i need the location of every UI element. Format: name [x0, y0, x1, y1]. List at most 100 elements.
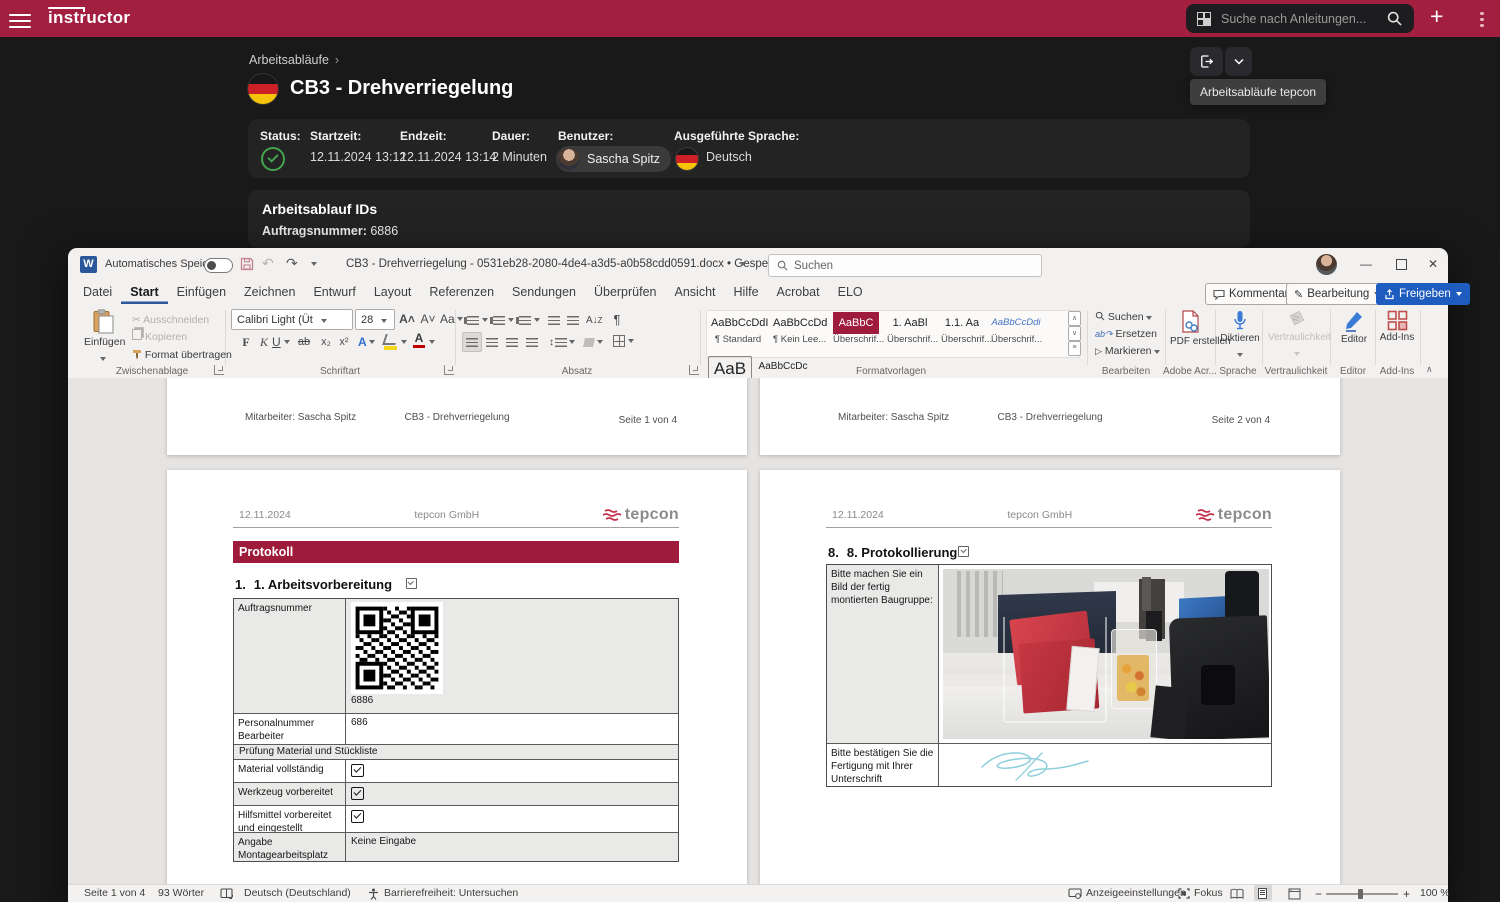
editor-button[interactable]: Editor — [1336, 310, 1372, 345]
tab-einfuegen[interactable]: Einfügen — [168, 281, 235, 304]
style-ueberschrift-1[interactable]: AaBbCÜberschrif... — [830, 312, 882, 354]
print-layout-icon[interactable] — [1254, 885, 1272, 901]
collapse-ribbon-icon[interactable]: ∧ — [1426, 364, 1433, 375]
paste-button[interactable]: Einfügen — [84, 309, 122, 366]
hamburger-icon[interactable] — [9, 10, 31, 26]
bullet-list-button[interactable] — [463, 311, 488, 329]
add-icon[interactable]: + — [1430, 3, 1443, 30]
italic-button[interactable]: K — [256, 333, 272, 351]
qr-scan-icon[interactable] — [1197, 12, 1211, 26]
breadcrumb-label[interactable]: Arbeitsabläufe — [249, 53, 329, 67]
addins-button[interactable]: Add-Ins — [1379, 310, 1415, 343]
redo-icon[interactable]: ↷ — [286, 255, 298, 272]
sort-button[interactable]: A↓Z — [586, 311, 603, 329]
breadcrumb[interactable]: Arbeitsabläufe› — [249, 53, 339, 67]
word-search-input[interactable]: Suchen — [768, 254, 1042, 277]
highlight-button[interactable] — [384, 334, 397, 350]
editing-mode-button[interactable]: ✎ Bearbeitung — [1286, 283, 1388, 305]
account-avatar[interactable] — [1316, 254, 1337, 275]
create-pdf-button[interactable]: PDF erstellen — [1170, 310, 1212, 347]
kebab-menu-icon[interactable] — [1480, 9, 1484, 30]
zoom-level[interactable]: 100 % — [1420, 887, 1450, 899]
save-icon[interactable] — [240, 257, 254, 271]
multilevel-list-button[interactable] — [515, 311, 540, 329]
dictate-button[interactable]: Diktieren — [1220, 310, 1260, 362]
styles-scroll-up-icon[interactable]: ∧ — [1068, 311, 1081, 326]
text-effects-button[interactable]: A — [358, 333, 375, 351]
copy-button[interactable]: Kopieren — [132, 327, 187, 345]
tab-zeichnen[interactable]: Zeichnen — [235, 281, 304, 304]
strikethrough-button[interactable]: ab — [296, 333, 312, 351]
zoom-in-button[interactable]: + — [1403, 887, 1410, 901]
styles-scroll-down-icon[interactable]: ∨ — [1068, 326, 1081, 341]
style-ueberschrift-4[interactable]: AaBbCcDdiÜberschrif... — [988, 312, 1044, 354]
select-button[interactable]: ▷ Markieren — [1095, 345, 1160, 357]
replace-button[interactable]: ab↷ Ersetzen — [1095, 328, 1157, 340]
tab-layout[interactable]: Layout — [365, 281, 421, 304]
underline-button[interactable]: U — [272, 333, 290, 351]
tab-acrobat[interactable]: Acrobat — [768, 281, 829, 304]
increase-indent-button[interactable] — [565, 311, 581, 329]
zoom-slider-handle[interactable] — [1358, 889, 1363, 899]
clipboard-dialog-launcher-icon[interactable] — [214, 365, 224, 375]
focus-icon[interactable] — [1178, 888, 1190, 899]
font-dialog-launcher-icon[interactable] — [444, 365, 454, 375]
tab-sendungen[interactable]: Sendungen — [503, 281, 585, 304]
change-case-button[interactable]: Aa — [440, 310, 463, 328]
grow-font-button[interactable]: A˄ — [399, 310, 415, 328]
statusbar-language[interactable]: Deutsch (Deutschland) — [244, 887, 351, 899]
style-ueberschrift-2[interactable]: 1. AaBlÜberschrif... — [884, 312, 936, 354]
tab-hilfe[interactable]: Hilfe — [725, 281, 768, 304]
document-title-chevron-icon[interactable] — [740, 262, 746, 266]
justify-button[interactable] — [524, 333, 540, 351]
tab-ansicht[interactable]: Ansicht — [666, 281, 725, 304]
decrease-indent-button[interactable] — [546, 311, 562, 329]
undo-icon[interactable]: ↶ — [262, 255, 274, 272]
line-spacing-button[interactable]: ↕ — [549, 333, 575, 351]
search-icon[interactable] — [1387, 11, 1402, 26]
autosave-toggle[interactable] — [204, 258, 233, 273]
shading-button[interactable] — [584, 333, 603, 351]
style-ueberschrift-3[interactable]: 1.1. AaÜberschrif... — [938, 312, 986, 354]
style-kein-leerraum[interactable]: AaBbCcDd¶ Kein Lee... — [770, 312, 828, 354]
styles-gallery-more-icon[interactable]: ≡ — [1068, 341, 1081, 356]
borders-button[interactable] — [613, 332, 634, 350]
search-input[interactable]: Suche nach Anleitungen... — [1186, 4, 1414, 33]
read-mode-icon[interactable] — [1230, 888, 1244, 900]
document-canvas[interactable]: Mitarbeiter: Sascha Spitz CB3 - Drehverr… — [68, 378, 1448, 884]
align-left-button[interactable] — [462, 332, 482, 352]
display-settings-icon[interactable] — [1068, 888, 1082, 899]
cut-button[interactable]: ✂ Ausschneiden — [132, 310, 209, 328]
numbered-list-button[interactable] — [489, 311, 514, 329]
align-right-button[interactable] — [504, 333, 520, 351]
superscript-button[interactable]: x² — [336, 333, 352, 351]
shrink-font-button[interactable]: A˅ — [420, 310, 436, 328]
format-painter-button[interactable]: Format übertragen — [132, 345, 232, 363]
tab-start[interactable]: Start — [121, 281, 167, 304]
style-standard[interactable]: AaBbCcDdI¶ Standard — [708, 312, 768, 354]
align-center-button[interactable] — [484, 333, 500, 351]
font-size-select[interactable]: 28 — [355, 309, 395, 330]
tab-ueberpruefen[interactable]: Überprüfen — [585, 281, 666, 304]
proofing-book-icon[interactable] — [220, 888, 233, 899]
statusbar-words[interactable]: 93 Wörter — [158, 887, 204, 899]
user-chip[interactable]: Sascha Spitz — [556, 146, 671, 172]
subscript-button[interactable]: x₂ — [318, 333, 334, 351]
export-dropdown-button[interactable] — [1225, 47, 1252, 76]
font-name-select[interactable]: Calibri Light (Üt — [231, 309, 353, 330]
export-button[interactable] — [1190, 47, 1223, 76]
tab-elo[interactable]: ELO — [829, 281, 872, 304]
tab-referenzen[interactable]: Referenzen — [420, 281, 503, 304]
tab-entwurf[interactable]: Entwurf — [304, 281, 364, 304]
statusbar-focus[interactable]: Fokus — [1194, 887, 1223, 899]
tab-datei[interactable]: Datei — [74, 281, 121, 304]
statusbar-accessibility[interactable]: Barrierefreiheit: Untersuchen — [384, 887, 518, 899]
paragraph-dialog-launcher-icon[interactable] — [689, 365, 699, 375]
quick-access-chevron-icon[interactable] — [311, 262, 317, 266]
font-color-button[interactable]: A — [413, 332, 425, 348]
share-button[interactable]: Freigeben — [1376, 283, 1470, 305]
minimize-button[interactable]: — — [1351, 248, 1381, 280]
maximize-button[interactable] — [1386, 248, 1416, 280]
find-button[interactable]: Suchen — [1095, 311, 1152, 323]
statusbar-page[interactable]: Seite 1 von 4 — [84, 887, 145, 899]
